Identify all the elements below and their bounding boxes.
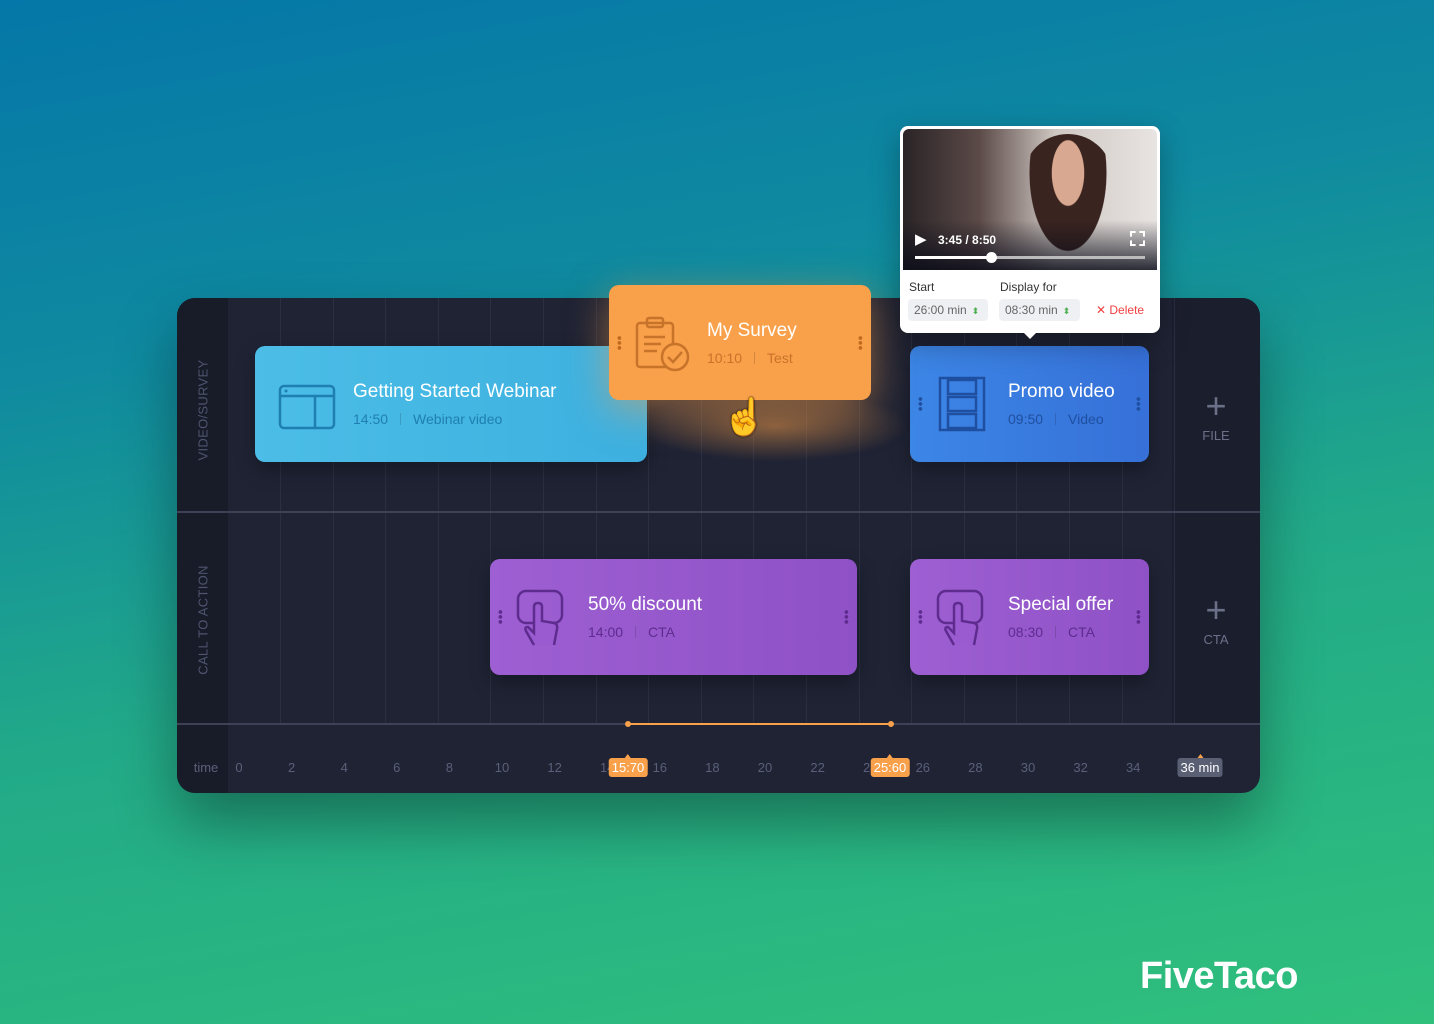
browser-window-icon: [278, 384, 336, 430]
total-duration: 36 min: [1177, 754, 1223, 777]
drag-handle-icon[interactable]: •••: [1131, 610, 1147, 625]
tick-label: 30: [1020, 760, 1036, 775]
display-label: Display for: [1000, 280, 1057, 294]
card-webinar[interactable]: Getting Started Webinar 14:50 Webinar vid…: [255, 346, 647, 462]
add-cta-label: CTA: [1203, 632, 1229, 647]
tick-label: 32: [1073, 760, 1088, 775]
card-duration: 14:50: [353, 411, 389, 427]
card-type: Video: [1068, 411, 1104, 427]
selected-range[interactable]: [628, 723, 891, 725]
video-player[interactable]: ▶ 3:45 / 8:50: [903, 129, 1157, 270]
tick-label: 16: [652, 760, 668, 775]
clipboard-check-icon: [635, 316, 690, 371]
film-strip-icon: [938, 376, 986, 432]
tick-label: 10: [494, 760, 510, 775]
tick-label: 34: [1125, 760, 1141, 775]
card-duration: 09:50: [1008, 411, 1044, 427]
tick-label: 6: [393, 760, 401, 775]
card-type: Test: [767, 349, 793, 366]
card-promo[interactable]: ••• Promo video 09:50 Video •••: [910, 346, 1149, 462]
marker-end[interactable]: 25:60: [870, 754, 910, 777]
card-special-offer[interactable]: ••• Special offer 08:30 CTA •••: [910, 559, 1149, 675]
stepper-icon[interactable]: ⬍: [972, 306, 980, 316]
tick-label: 8: [445, 760, 454, 775]
card-duration: 14:00: [588, 624, 624, 640]
tick-label: 12: [547, 760, 562, 775]
add-file-label: FILE: [1202, 428, 1230, 443]
display-input[interactable]: 08:30 min ⬍: [999, 299, 1080, 321]
hand-tap-icon: [516, 589, 564, 646]
hand-cursor-icon: ☝: [722, 396, 767, 437]
add-file-button[interactable]: + FILE: [1172, 385, 1260, 444]
hand-tap-icon: [936, 589, 984, 646]
drag-handle-icon[interactable]: •••: [853, 335, 869, 350]
fullscreen-icon[interactable]: [1130, 231, 1145, 246]
video-time: 3:45 / 8:50: [938, 233, 997, 247]
card-discount[interactable]: ••• 50% discount 14:00 CTA •••: [490, 559, 857, 675]
tick-label: 2: [287, 760, 296, 775]
stepper-icon[interactable]: ⬍: [1063, 306, 1071, 316]
plus-icon: +: [1205, 385, 1227, 426]
video-progress[interactable]: [915, 252, 1145, 263]
row-label-cta: CALL TO ACTION: [195, 565, 211, 675]
start-label: Start: [909, 280, 935, 294]
add-cta-button[interactable]: + CTA: [1172, 589, 1260, 648]
delete-button[interactable]: ✕ Delete: [1096, 303, 1144, 317]
drag-handle-icon[interactable]: •••: [493, 610, 509, 625]
video-popup: ▶ 3:45 / 8:50 Start Display for 26:00 mi…: [900, 126, 1160, 339]
tick-label: 26: [915, 760, 931, 775]
brand-logo: FiveTaco: [1140, 955, 1298, 997]
card-survey[interactable]: ••• My Survey 10:10 Test •••: [609, 285, 871, 400]
card-title: Getting Started Webinar: [353, 381, 557, 402]
card-type: CTA: [648, 624, 676, 640]
close-icon: ✕: [1096, 303, 1110, 317]
card-duration: 08:30: [1008, 624, 1044, 640]
plus-icon: +: [1205, 589, 1227, 630]
card-type: CTA: [1068, 624, 1096, 640]
tick-label: 18: [705, 760, 720, 775]
drag-handle-icon[interactable]: •••: [913, 397, 929, 412]
tick-label: 4: [340, 760, 348, 775]
time-label: time: [193, 760, 219, 775]
row-divider: [177, 511, 1260, 513]
drag-handle-icon[interactable]: •••: [913, 610, 929, 625]
start-input[interactable]: 26:00 min ⬍: [908, 299, 988, 321]
range-handle-end[interactable]: [888, 721, 894, 727]
tick-label: 20: [757, 760, 773, 775]
card-title: Special offer: [1008, 594, 1114, 615]
drag-handle-icon[interactable]: •••: [612, 335, 628, 350]
marker-start[interactable]: 15:70: [608, 754, 648, 777]
play-icon[interactable]: ▶: [915, 230, 927, 248]
card-title: 50% discount: [588, 594, 703, 615]
tick-label: 22: [810, 760, 825, 775]
drag-handle-icon[interactable]: •••: [839, 610, 855, 625]
range-handle-start[interactable]: [625, 721, 631, 727]
card-type: Webinar video: [413, 411, 503, 427]
card-title: My Survey: [707, 319, 797, 341]
tick-label: 28: [968, 760, 983, 775]
drag-handle-icon[interactable]: •••: [1131, 397, 1147, 412]
card-title: Promo video: [1008, 381, 1115, 402]
row-label-video-survey: VIDEO/SURVEY: [195, 359, 211, 461]
tick-label: 0: [235, 760, 243, 775]
card-duration: 10:10: [707, 349, 743, 366]
